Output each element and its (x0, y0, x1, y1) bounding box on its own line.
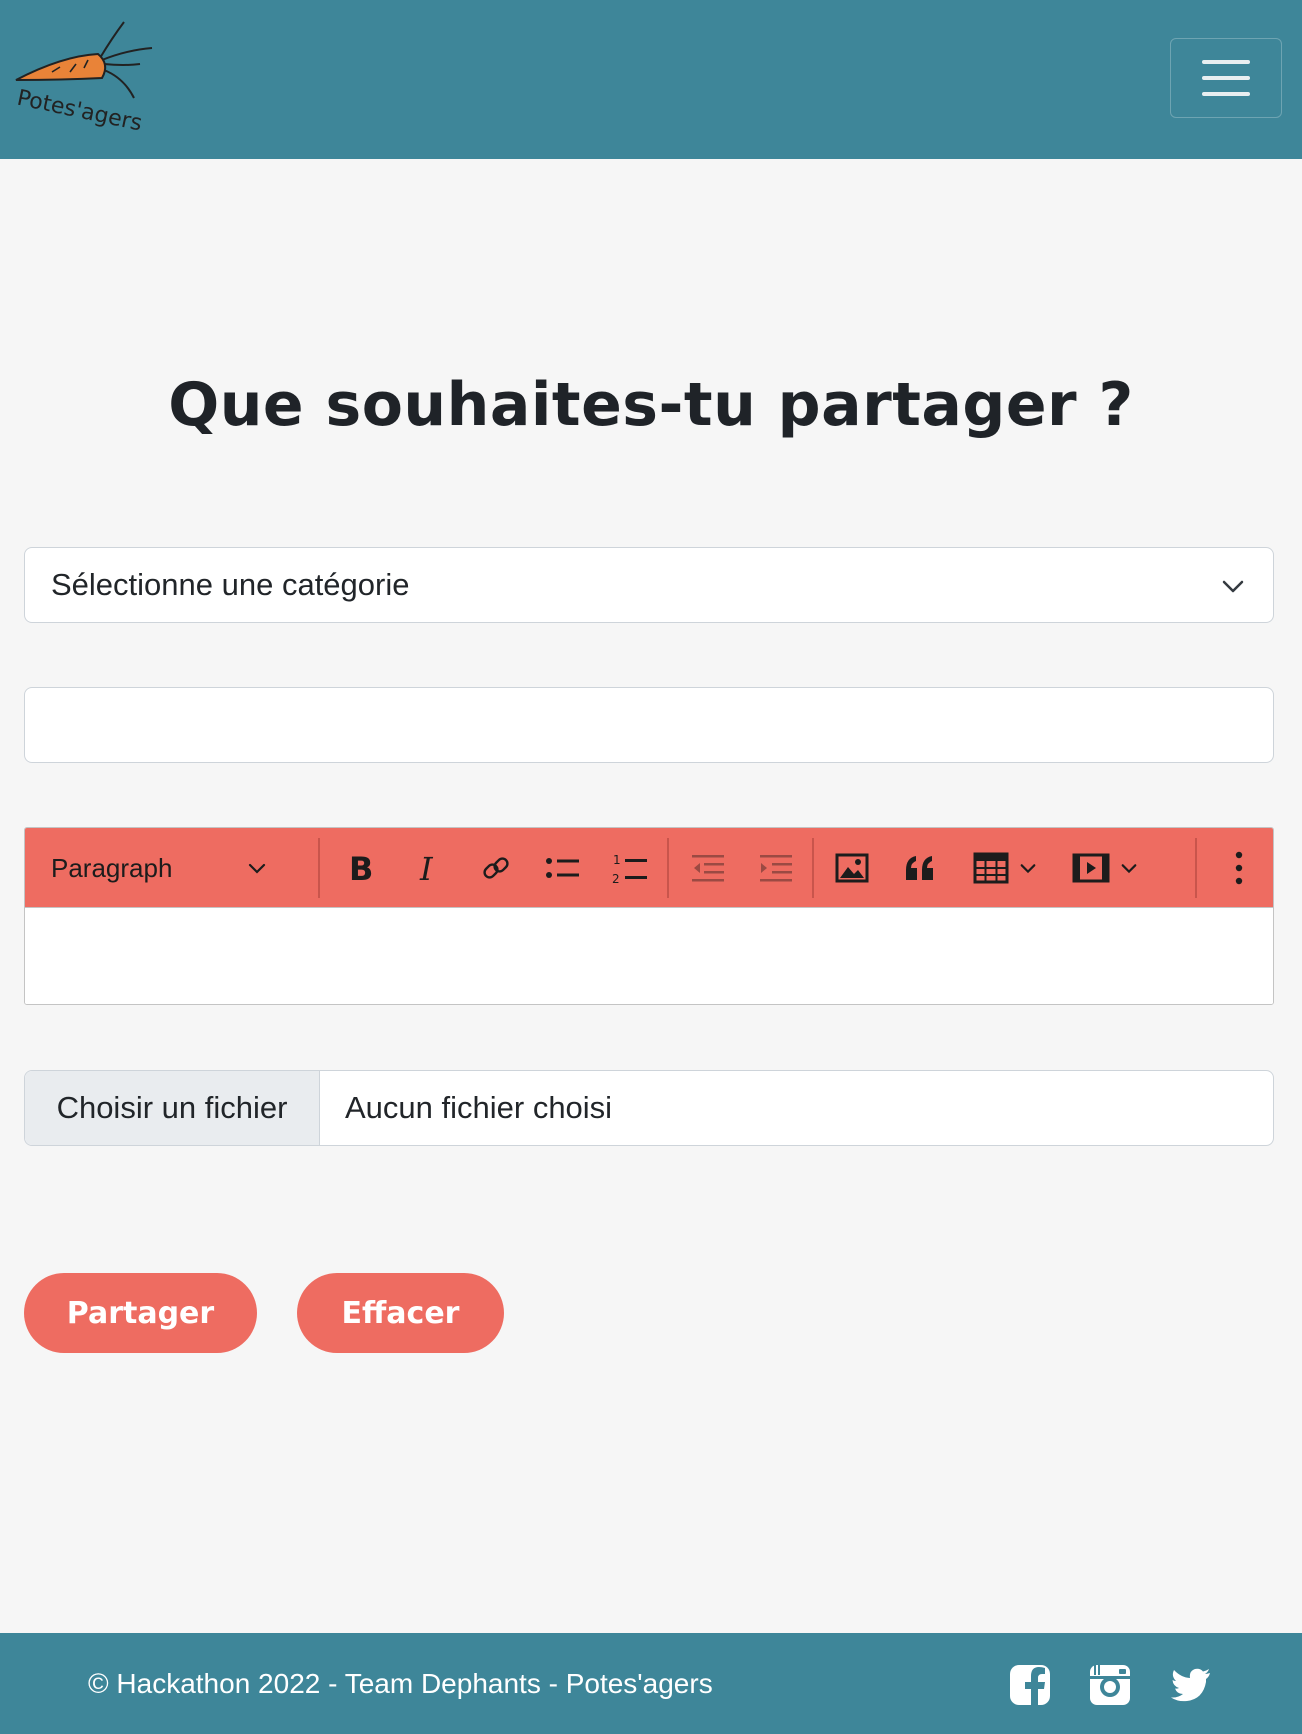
svg-text:B: B (349, 852, 373, 884)
menu-toggle-button[interactable] (1170, 38, 1282, 118)
outdent-button[interactable] (677, 828, 739, 908)
share-button[interactable]: Partager (24, 1273, 257, 1353)
footer-copyright: © Hackathon 2022 - Team Dephants - Potes… (88, 1668, 713, 1699)
numbered-list-button[interactable]: 1 2 (599, 828, 661, 908)
more-options-button[interactable] (1205, 828, 1273, 908)
editor-content-area[interactable] (25, 908, 1273, 1004)
insert-media-button[interactable] (1055, 828, 1155, 908)
quote-icon (906, 856, 933, 880)
site-logo[interactable]: Potes'agers (12, 20, 162, 137)
bold-icon: B (349, 852, 373, 884)
twitter-icon[interactable] (1168, 1661, 1214, 1707)
svg-text:1: 1 (613, 853, 621, 867)
indent-icon (760, 855, 792, 882)
chevron-down-icon (248, 863, 266, 874)
logo-text: Potes'agers (15, 86, 145, 135)
navbar: Potes'agers (0, 0, 1302, 159)
heading-dropdown-label: Paragraph (51, 853, 173, 883)
category-select-value: Sélectionne une catégorie (51, 567, 410, 602)
bulleted-list-icon (546, 858, 579, 878)
page-title: Que souhaites-tu partager ? (168, 370, 1134, 440)
file-status-text: Aucun fichier choisi (345, 1090, 613, 1125)
indent-button[interactable] (745, 828, 807, 908)
clear-button[interactable]: Effacer (297, 1273, 504, 1353)
facebook-icon[interactable] (1008, 1661, 1054, 1707)
toolbar-separator (812, 838, 814, 898)
svg-text:I: I (419, 852, 434, 884)
category-select[interactable]: Sélectionne une catégorie (24, 547, 1274, 623)
title-input[interactable] (24, 687, 1274, 763)
more-icon (1235, 851, 1243, 885)
toolbar-separator (1195, 838, 1197, 898)
block-quote-button[interactable] (889, 828, 951, 908)
image-icon (835, 853, 869, 883)
hamburger-bar-icon (1202, 92, 1250, 96)
italic-button[interactable]: I (397, 828, 459, 908)
carrot-logo-icon: Potes'agers (15, 21, 153, 137)
italic-icon: I (419, 852, 434, 884)
heading-dropdown[interactable]: Paragraph (25, 828, 293, 908)
chevron-down-icon (1121, 864, 1137, 874)
link-icon (483, 857, 509, 879)
media-icon (1072, 853, 1110, 883)
numbered-list-icon: 1 2 (612, 853, 647, 884)
toolbar-separator (667, 838, 669, 898)
rich-text-editor: Paragraph B I 1 2 (24, 827, 1274, 1005)
link-button[interactable] (465, 828, 527, 908)
bulleted-list-button[interactable] (532, 828, 594, 908)
hamburger-bar-icon (1202, 76, 1250, 80)
hamburger-bar-icon (1202, 60, 1250, 64)
chevron-down-icon (1222, 580, 1244, 593)
table-icon (973, 852, 1009, 884)
editor-toolbar: Paragraph B I 1 2 (25, 828, 1273, 908)
file-input[interactable]: Choisir un fichier Aucun fichier choisi (24, 1070, 1274, 1146)
svg-text:2: 2 (612, 872, 620, 884)
bold-button[interactable]: B (330, 828, 392, 908)
insert-image-button[interactable] (821, 828, 883, 908)
toolbar-separator (318, 838, 320, 898)
chevron-down-icon (1020, 864, 1036, 874)
instagram-icon[interactable] (1088, 1661, 1134, 1707)
insert-table-button[interactable] (955, 828, 1055, 908)
choose-file-button[interactable]: Choisir un fichier (25, 1071, 320, 1145)
footer: © Hackathon 2022 - Team Dephants - Potes… (0, 1633, 1302, 1734)
outdent-icon (692, 855, 724, 882)
